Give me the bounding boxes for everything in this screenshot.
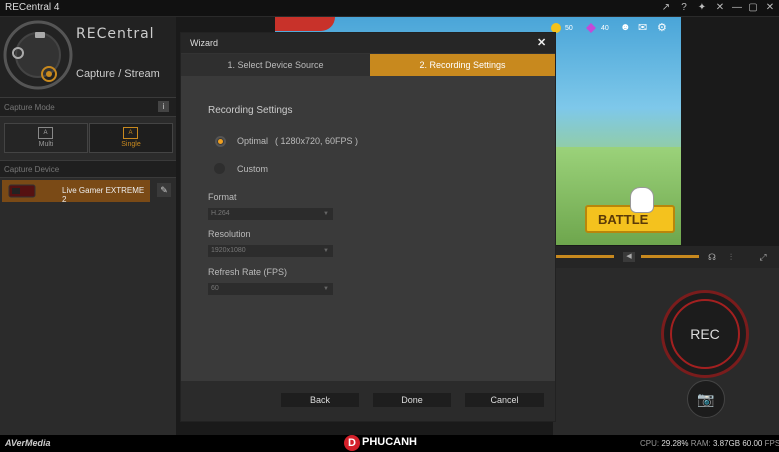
mode-multi-label: Multi bbox=[38, 141, 54, 148]
battle-label: BATTLE bbox=[598, 212, 649, 227]
wizard-body: Recording Settings Optimal ( 1280x720, 6… bbox=[181, 76, 555, 381]
capture-device-label: Capture Device bbox=[4, 165, 60, 174]
ram-label: RAM: bbox=[690, 439, 711, 448]
rec-label: REC bbox=[690, 326, 720, 342]
cpu-label: CPU: bbox=[640, 439, 660, 448]
watermark-logo: D PHUCANH bbox=[344, 435, 434, 452]
mode-title: Capture / Stream bbox=[76, 68, 160, 80]
wizard-title: Wizard bbox=[190, 38, 219, 48]
radio-custom[interactable] bbox=[214, 163, 225, 174]
edit-device-icon[interactable]: ✎ bbox=[157, 183, 171, 197]
status-bar: AVerMedia D PHUCANH CPU: 29.28% RAM: 3.8… bbox=[0, 435, 779, 452]
pointer-hand-icon bbox=[630, 187, 654, 213]
wizard-title-bar: Wizard ✕ bbox=[181, 33, 555, 53]
ram-value: 3.87GB bbox=[712, 439, 741, 448]
device-item[interactable]: Live Gamer EXTREME 2 bbox=[2, 180, 150, 204]
record-area: REC 📷 bbox=[553, 268, 779, 435]
fps-value: 60.00 bbox=[742, 439, 763, 448]
wizard-close-icon[interactable]: ✕ bbox=[537, 36, 546, 49]
coin-count: 50 bbox=[565, 25, 573, 32]
chevron-down-icon: ▼ bbox=[323, 211, 329, 217]
done-button[interactable]: Done bbox=[373, 393, 451, 407]
tab-recording-settings[interactable]: 2. Recording Settings bbox=[370, 54, 555, 76]
tools-icon[interactable]: ✕ bbox=[713, 1, 727, 15]
option-optimal-detail: ( 1280x720, 60FPS ) bbox=[275, 136, 359, 146]
help-icon[interactable]: ? bbox=[677, 1, 691, 15]
mode-single-button[interactable]: A Single bbox=[89, 123, 173, 153]
mode-dial-icon[interactable] bbox=[2, 19, 74, 91]
resolution-select[interactable]: 1920x1080 ▼ bbox=[208, 245, 333, 257]
format-select[interactable]: H.264 ▼ bbox=[208, 208, 333, 220]
device-name: Live Gamer EXTREME 2 bbox=[62, 186, 145, 204]
radio-optimal[interactable] bbox=[215, 136, 226, 147]
game-decoration bbox=[275, 17, 335, 31]
back-button[interactable]: Back bbox=[281, 393, 359, 407]
resolution-value: 1920x1080 bbox=[211, 247, 246, 254]
minimize-button[interactable]: — bbox=[730, 1, 744, 15]
chevron-down-icon: ▼ bbox=[323, 248, 329, 254]
headphone-icon[interactable]: ☊ bbox=[706, 251, 718, 263]
multi-icon: A bbox=[38, 127, 53, 139]
single-icon: A bbox=[123, 127, 138, 139]
system-stats: CPU: 29.28% RAM: 3.87GB 60.00 FPS bbox=[640, 439, 779, 448]
cpu-value: 29.28% bbox=[661, 439, 689, 448]
capture-mode-bar: Capture Mode i bbox=[0, 97, 176, 117]
gem-count: 40 bbox=[601, 25, 609, 32]
friends-icon: ☻ bbox=[620, 22, 631, 33]
footer-brand: AVerMedia bbox=[5, 438, 51, 448]
mail-icon: ✉ bbox=[638, 22, 648, 34]
section-title: Recording Settings bbox=[208, 105, 293, 116]
snapshot-camera-icon[interactable]: 📷 bbox=[687, 380, 725, 418]
wizard-tabs: 1. Select Device Source 2. Recording Set… bbox=[181, 54, 555, 76]
pin-icon[interactable]: ✦ bbox=[695, 1, 709, 15]
window-title: RECentral 4 bbox=[5, 2, 60, 13]
gem-icon bbox=[586, 23, 596, 33]
refresh-rate-label: Refresh Rate (FPS) bbox=[208, 267, 288, 277]
format-value: H.264 bbox=[211, 210, 230, 217]
info-icon[interactable]: i bbox=[158, 101, 169, 112]
tab-select-device-source[interactable]: 1. Select Device Source bbox=[181, 54, 370, 76]
refresh-rate-select[interactable]: 60 ▼ bbox=[208, 283, 333, 295]
audio-controls: ◀ ☊ ⫶ ⤢ bbox=[550, 246, 779, 268]
capture-device-bar: Capture Device bbox=[0, 160, 176, 178]
format-label: Format bbox=[208, 192, 237, 202]
option-custom-label: Custom bbox=[237, 164, 269, 174]
watermark-text: PHUCANH bbox=[362, 436, 417, 448]
audio-slider-1[interactable] bbox=[556, 255, 614, 258]
fps-label: FPS bbox=[764, 439, 779, 448]
logo-area: RECentral Capture / Stream bbox=[0, 17, 176, 97]
device-card-icon bbox=[8, 184, 36, 198]
resolution-label: Resolution bbox=[208, 229, 251, 239]
speaker-icon[interactable]: ◀ bbox=[623, 252, 635, 262]
share-icon[interactable]: ↗ bbox=[659, 1, 673, 15]
mode-multi-button[interactable]: A Multi bbox=[4, 123, 88, 153]
audio-slider-2[interactable] bbox=[641, 255, 699, 258]
mixer-icon[interactable]: ⫶ bbox=[725, 251, 737, 263]
refresh-rate-value: 60 bbox=[211, 285, 219, 292]
fullscreen-icon[interactable]: ⤢ bbox=[757, 251, 769, 263]
option-optimal-label: Optimal bbox=[237, 136, 269, 146]
chevron-down-icon: ▼ bbox=[323, 286, 329, 292]
maximize-button[interactable]: ▢ bbox=[746, 1, 760, 15]
settings-gear-icon: ⚙ bbox=[657, 22, 667, 34]
brand-logo: RECentral bbox=[76, 26, 155, 42]
title-bar: RECentral 4 ↗ ? ✦ ✕ — ▢ ✕ bbox=[0, 0, 779, 17]
wizard-footer: Back Done Cancel bbox=[181, 381, 555, 421]
rec-button[interactable]: REC bbox=[661, 290, 749, 378]
cancel-button[interactable]: Cancel bbox=[465, 393, 544, 407]
close-button[interactable]: ✕ bbox=[763, 1, 777, 15]
mode-single-label: Single bbox=[121, 141, 141, 148]
wizard-dialog: Wizard ✕ 1. Select Device Source 2. Reco… bbox=[180, 32, 556, 422]
capture-mode-label: Capture Mode bbox=[4, 103, 55, 112]
